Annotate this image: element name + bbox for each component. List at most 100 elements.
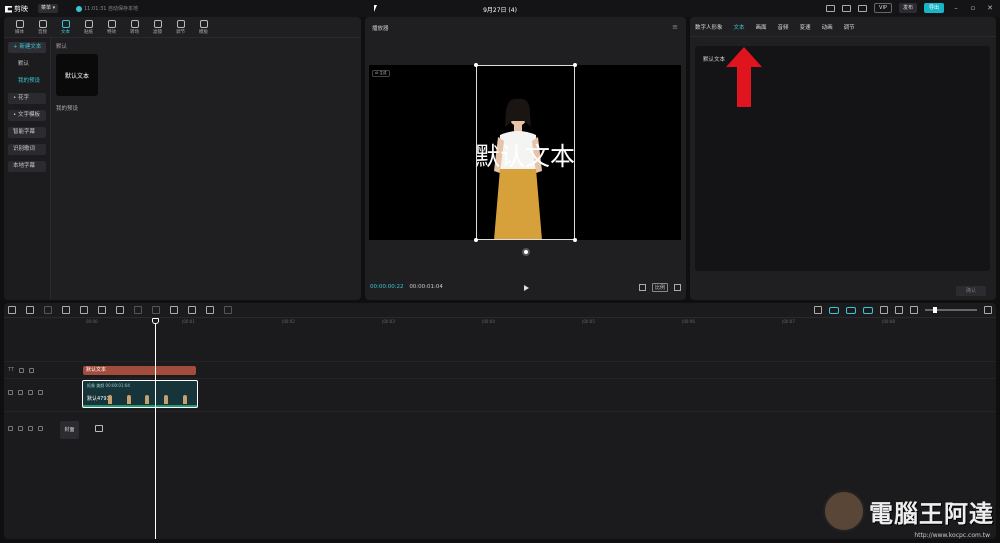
lock-icon[interactable] [18, 426, 23, 431]
split-icon[interactable] [62, 306, 70, 314]
preview-axis-icon[interactable] [880, 306, 888, 314]
track-divider [4, 361, 996, 362]
tab-digital-human[interactable]: 数字人形象 [695, 23, 723, 31]
tab-text[interactable]: 文本 [734, 23, 745, 31]
menu-button[interactable]: 菜单 ▾ [38, 4, 59, 13]
settings-icon[interactable] [858, 4, 868, 12]
tool-sticker[interactable]: 贴纸 [77, 17, 100, 37]
video-track-header [8, 390, 43, 395]
ratio-button[interactable]: 比例 [651, 283, 668, 292]
tool-text[interactable]: 文本 [54, 17, 77, 37]
minimize-icon[interactable]: – [951, 4, 961, 12]
sidebar-item-default[interactable]: 默认 [8, 59, 46, 70]
maximize-icon[interactable]: ▫ [968, 4, 978, 12]
tool-template[interactable]: 模板 [192, 17, 215, 37]
template-icon [199, 20, 208, 28]
zoom-slider[interactable] [925, 307, 977, 313]
autosave-status: 11:01:31 自动保存本地 [76, 5, 138, 12]
player-menu-icon[interactable]: ≡ [672, 23, 678, 31]
select-tool-icon[interactable] [8, 306, 16, 314]
tool-label: 转场 [130, 30, 139, 35]
resize-handle[interactable] [573, 238, 577, 242]
rotate-handle[interactable] [522, 248, 530, 256]
thumbnail [145, 395, 150, 404]
split-right-icon[interactable] [98, 306, 106, 314]
close-icon[interactable]: ✕ [985, 4, 995, 12]
layout-icon[interactable] [842, 4, 852, 12]
zoom-out-icon[interactable] [910, 306, 918, 314]
tool-label: 特效 [107, 30, 116, 35]
playhead-handle[interactable] [152, 318, 159, 324]
eye-icon[interactable] [28, 426, 33, 431]
crop-icon[interactable] [206, 306, 214, 314]
tool-filter[interactable]: 滤镜 [146, 17, 169, 37]
publish-button[interactable]: 发布 [898, 3, 917, 13]
eye-icon[interactable] [29, 367, 35, 373]
sidebar-item-fancy-text[interactable]: • 花字 [8, 93, 46, 104]
preview-canvas[interactable]: AI 生成 默认文本 [369, 63, 681, 242]
resize-handle[interactable] [573, 63, 577, 67]
audio-waveform [83, 405, 197, 407]
selection-box[interactable] [474, 63, 577, 242]
resize-handle[interactable] [474, 238, 478, 242]
subtitle-icon[interactable] [895, 306, 903, 314]
track-divider [4, 378, 996, 379]
media-panel: 媒体 音频 文本 贴纸 特效 转场 滤镜 调节 模板 + 新建文本 默认 我的预… [4, 17, 361, 300]
tool-audio[interactable]: 音频 [31, 17, 54, 37]
watermark-url: http://www.kocpc.com.tw [914, 532, 990, 539]
confirm-button[interactable]: 确认 [956, 286, 986, 296]
video-clip-label: 抠像 美颜 00:00:01:04 [87, 383, 130, 388]
mirror-icon[interactable] [170, 306, 178, 314]
film-icon[interactable] [95, 425, 103, 432]
inspector-panel: 数字人形象 文本 画面 音频 变速 动画 调节 默认文本 确认 [690, 17, 996, 300]
eye-icon[interactable] [28, 390, 33, 395]
text-clip[interactable]: 默认文本 [83, 366, 196, 375]
link-main-track-icon[interactable] [829, 306, 839, 314]
tool-media[interactable]: 媒体 [8, 17, 31, 37]
redo-icon[interactable] [44, 306, 52, 314]
resize-handle[interactable] [474, 63, 478, 67]
delete-icon[interactable] [116, 306, 124, 314]
play-button[interactable] [524, 285, 529, 291]
video-clip[interactable]: 抠像 美颜 00:00:01:04 默认4791 [82, 380, 198, 408]
sidebar-item-text-template[interactable]: • 文字模板 [8, 110, 46, 121]
freeze-icon[interactable] [134, 306, 142, 314]
sidebar-item-lyrics[interactable]: 识别歌词 [8, 144, 46, 155]
zoom-knob[interactable] [933, 307, 937, 313]
zoom-in-icon[interactable] [984, 306, 992, 314]
tool-label: 音频 [38, 30, 47, 35]
tab-audio[interactable]: 音频 [778, 23, 789, 31]
lock-icon[interactable] [18, 390, 23, 395]
tab-adjust[interactable]: 调节 [844, 23, 855, 31]
sidebar-item-new-text[interactable]: + 新建文本 [8, 42, 46, 53]
split-left-icon[interactable] [80, 306, 88, 314]
tab-speed[interactable]: 变速 [800, 23, 811, 31]
linkage-icon[interactable] [863, 306, 873, 314]
tool-transition[interactable]: 转场 [123, 17, 146, 37]
tab-picture[interactable]: 画面 [756, 23, 767, 31]
tab-animation[interactable]: 动画 [822, 23, 833, 31]
snapshot-icon[interactable] [638, 284, 646, 291]
undo-icon[interactable] [26, 306, 34, 314]
audio-icon[interactable] [38, 390, 43, 395]
sidebar-item-auto-captions[interactable]: 智能字幕 [8, 127, 46, 138]
smart-crop-icon[interactable] [224, 306, 232, 314]
lock-icon[interactable] [19, 367, 25, 373]
keyboard-icon[interactable] [826, 4, 836, 12]
microphone-icon[interactable] [814, 306, 822, 314]
rotate-icon[interactable] [188, 306, 196, 314]
playhead[interactable] [155, 319, 156, 539]
fullscreen-icon[interactable] [674, 284, 681, 291]
reverse-icon[interactable] [152, 306, 160, 314]
sidebar-item-local-captions[interactable]: 本地字幕 [8, 161, 46, 172]
magnet-icon[interactable] [846, 306, 856, 314]
sidebar-item-my-presets[interactable]: 我的预设 [8, 76, 46, 87]
cover-button[interactable]: 封面 [60, 421, 79, 439]
default-text-preset[interactable]: 默认文本 [56, 54, 98, 96]
vip-button[interactable]: VIP [874, 3, 892, 13]
tool-adjust[interactable]: 调节 [169, 17, 192, 37]
tool-effects[interactable]: 特效 [100, 17, 123, 37]
timecode: 00:00:00:22 00:00:01:04 [370, 284, 443, 290]
audio-icon[interactable] [38, 426, 43, 431]
export-button[interactable]: 导出 [923, 3, 944, 13]
